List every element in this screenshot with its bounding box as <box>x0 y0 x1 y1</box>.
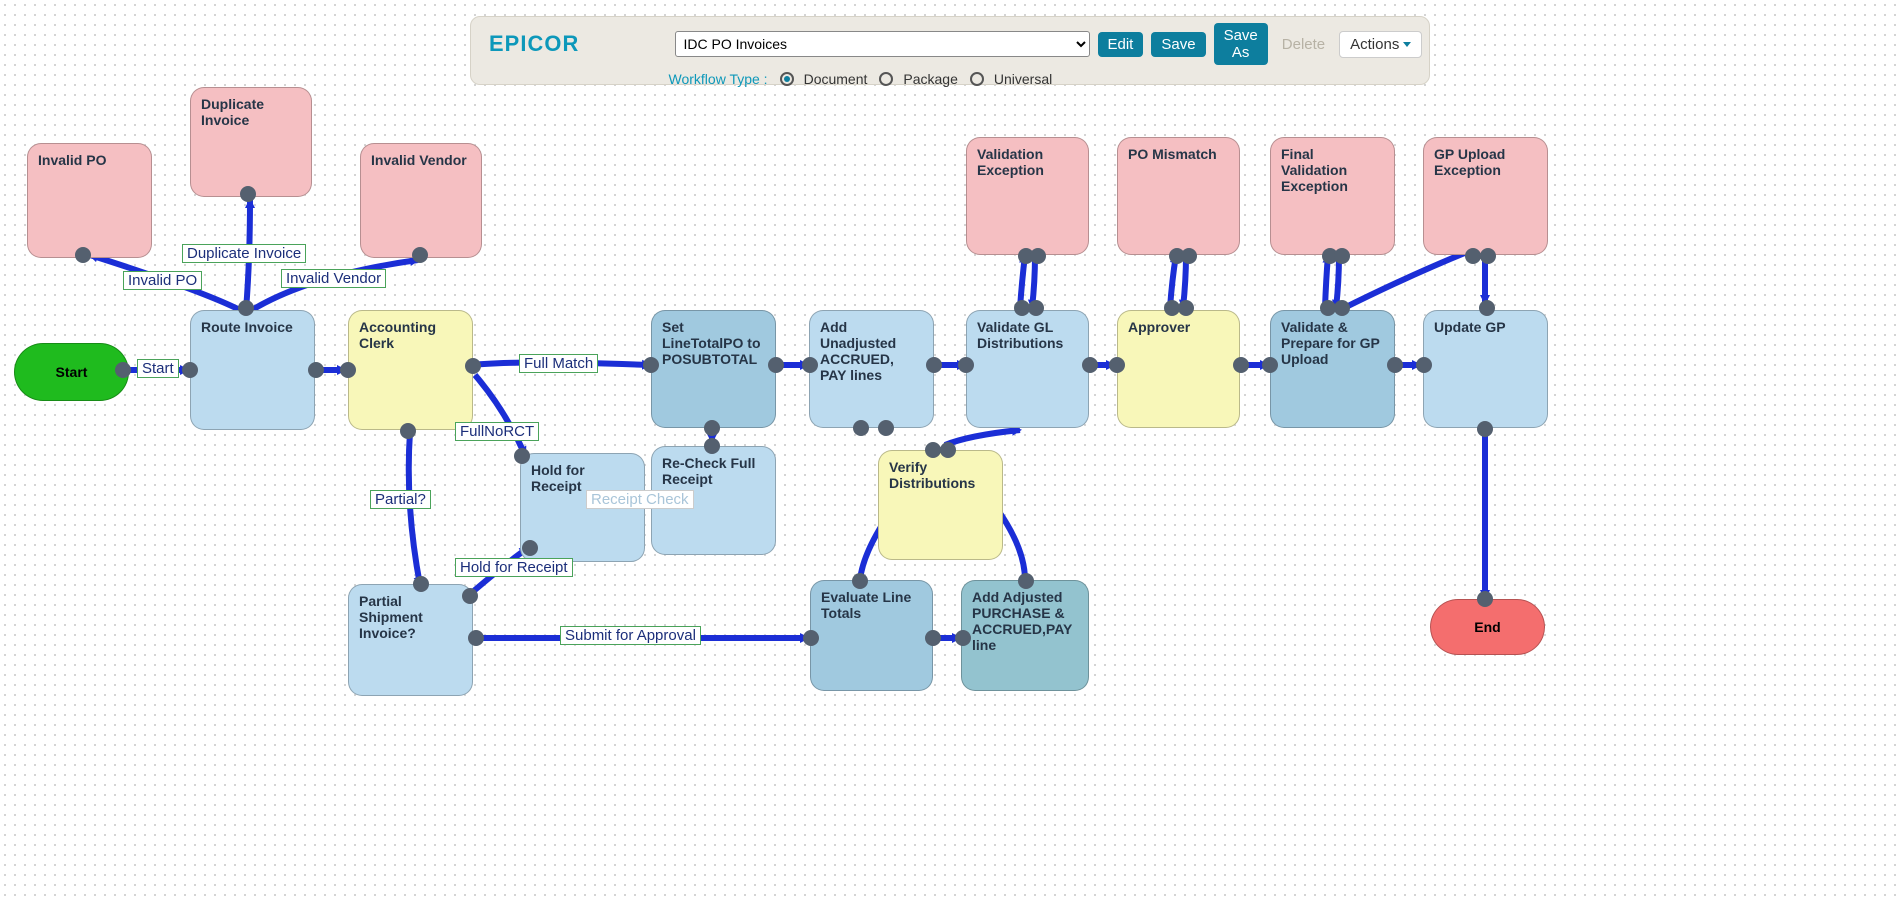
port[interactable] <box>1465 248 1481 264</box>
port[interactable] <box>852 573 868 589</box>
port[interactable] <box>412 247 428 263</box>
port[interactable] <box>704 420 720 436</box>
radio-universal-label: Universal <box>994 71 1052 87</box>
node-end[interactable]: End <box>1430 599 1545 655</box>
node-duplicate-invoice[interactable]: Duplicate Invoice <box>190 87 312 197</box>
port[interactable] <box>926 357 942 373</box>
save-button[interactable]: Save <box>1151 32 1205 57</box>
port[interactable] <box>115 362 131 378</box>
port[interactable] <box>1233 357 1249 373</box>
port[interactable] <box>522 540 538 556</box>
node-approver[interactable]: Approver <box>1117 310 1240 428</box>
node-set-linetotal[interactable]: Set LineTotalPO to POSUBTOTAL <box>651 310 776 428</box>
port[interactable] <box>958 357 974 373</box>
workflow-select[interactable]: IDC PO Invoices <box>675 31 1090 57</box>
actions-dropdown[interactable]: Actions <box>1339 31 1422 58</box>
edge-label-hold-for-receipt[interactable]: Hold for Receipt <box>455 558 573 577</box>
save-as-button[interactable]: Save As <box>1214 23 1268 65</box>
port[interactable] <box>1477 421 1493 437</box>
node-po-mismatch[interactable]: PO Mismatch <box>1117 137 1240 255</box>
port[interactable] <box>308 362 324 378</box>
port[interactable] <box>1479 300 1495 316</box>
radio-document[interactable] <box>780 72 794 86</box>
port[interactable] <box>1480 248 1496 264</box>
edge-label-partial[interactable]: Partial? <box>370 490 431 509</box>
port[interactable] <box>340 362 356 378</box>
radio-package[interactable] <box>879 72 893 86</box>
node-invalid-vendor[interactable]: Invalid Vendor <box>360 143 482 258</box>
port[interactable] <box>1387 357 1403 373</box>
port[interactable] <box>1028 300 1044 316</box>
node-partial-shipment[interactable]: Partial Shipment Invoice? <box>348 584 473 696</box>
port[interactable] <box>878 420 894 436</box>
port[interactable] <box>462 588 478 604</box>
chevron-down-icon <box>1403 42 1411 47</box>
edge-label-invalid-vendor[interactable]: Invalid Vendor <box>281 269 386 288</box>
port[interactable] <box>1477 591 1493 607</box>
node-validate-prepare[interactable]: Validate & Prepare for GP Upload <box>1270 310 1395 428</box>
brand-logo: EPICOR <box>489 29 653 59</box>
port[interactable] <box>400 423 416 439</box>
workflow-canvas[interactable]: Invalid PO Duplicate Invoice Invalid Ven… <box>0 0 1899 904</box>
node-update-gp[interactable]: Update GP <box>1423 310 1548 428</box>
node-route-invoice[interactable]: Route Invoice <box>190 310 315 430</box>
node-validation-exception[interactable]: Validation Exception <box>966 137 1089 255</box>
node-evaluate-line-totals[interactable]: Evaluate Line Totals <box>810 580 933 691</box>
node-add-adjusted[interactable]: Add Adjusted PURCHASE & ACCRUED,PAY line <box>961 580 1089 691</box>
port[interactable] <box>1262 357 1278 373</box>
port[interactable] <box>465 358 481 374</box>
edge-label-submit-approval[interactable]: Submit for Approval <box>560 626 701 645</box>
port[interactable] <box>1030 248 1046 264</box>
edge-label-full-no-rct[interactable]: FullNoRCT <box>455 422 539 441</box>
node-verify-distributions[interactable]: Verify Distributions <box>878 450 1003 560</box>
port[interactable] <box>955 630 971 646</box>
port[interactable] <box>1416 357 1432 373</box>
port[interactable] <box>1334 300 1350 316</box>
radio-package-label: Package <box>903 71 957 87</box>
radio-document-label: Document <box>804 71 868 87</box>
edge-label-full-match[interactable]: Full Match <box>519 354 598 373</box>
workflow-type-label: Workflow Type : <box>669 71 768 87</box>
port[interactable] <box>1178 300 1194 316</box>
port[interactable] <box>925 630 941 646</box>
node-gp-upload-exception[interactable]: GP Upload Exception <box>1423 137 1548 255</box>
edge-label-duplicate-invoice[interactable]: Duplicate Invoice <box>182 244 306 263</box>
edge-label-receipt-check[interactable]: Receipt Check <box>586 490 694 509</box>
port[interactable] <box>704 438 720 454</box>
edge-label-invalid-po[interactable]: Invalid PO <box>123 271 202 290</box>
edge-label-start[interactable]: Start <box>137 359 179 378</box>
port[interactable] <box>1082 357 1098 373</box>
port[interactable] <box>413 576 429 592</box>
actions-label: Actions <box>1350 36 1399 53</box>
port[interactable] <box>803 630 819 646</box>
port[interactable] <box>925 442 941 458</box>
toolbar: EPICOR IDC PO Invoices Edit Save Save As… <box>470 16 1430 85</box>
node-invalid-po[interactable]: Invalid PO <box>27 143 152 258</box>
port[interactable] <box>768 357 784 373</box>
svg-text:EPICOR: EPICOR <box>489 31 579 56</box>
node-accounting-clerk[interactable]: Accounting Clerk <box>348 310 473 430</box>
port[interactable] <box>1109 357 1125 373</box>
port[interactable] <box>238 300 254 316</box>
radio-universal[interactable] <box>970 72 984 86</box>
port[interactable] <box>75 247 91 263</box>
port[interactable] <box>1018 573 1034 589</box>
port[interactable] <box>643 357 659 373</box>
port[interactable] <box>240 186 256 202</box>
node-start[interactable]: Start <box>14 343 129 401</box>
port[interactable] <box>1334 248 1350 264</box>
edit-button[interactable]: Edit <box>1098 32 1144 57</box>
port[interactable] <box>1181 248 1197 264</box>
port[interactable] <box>802 357 818 373</box>
node-validate-gl[interactable]: Validate GL Distributions <box>966 310 1089 428</box>
port[interactable] <box>514 448 530 464</box>
port[interactable] <box>853 420 869 436</box>
node-add-unadjusted[interactable]: Add Unadjusted ACCRUED, PAY lines <box>809 310 934 428</box>
port[interactable] <box>940 442 956 458</box>
delete-link: Delete <box>1276 36 1331 53</box>
node-final-validation-exception[interactable]: Final Validation Exception <box>1270 137 1395 255</box>
port[interactable] <box>182 362 198 378</box>
port[interactable] <box>468 630 484 646</box>
